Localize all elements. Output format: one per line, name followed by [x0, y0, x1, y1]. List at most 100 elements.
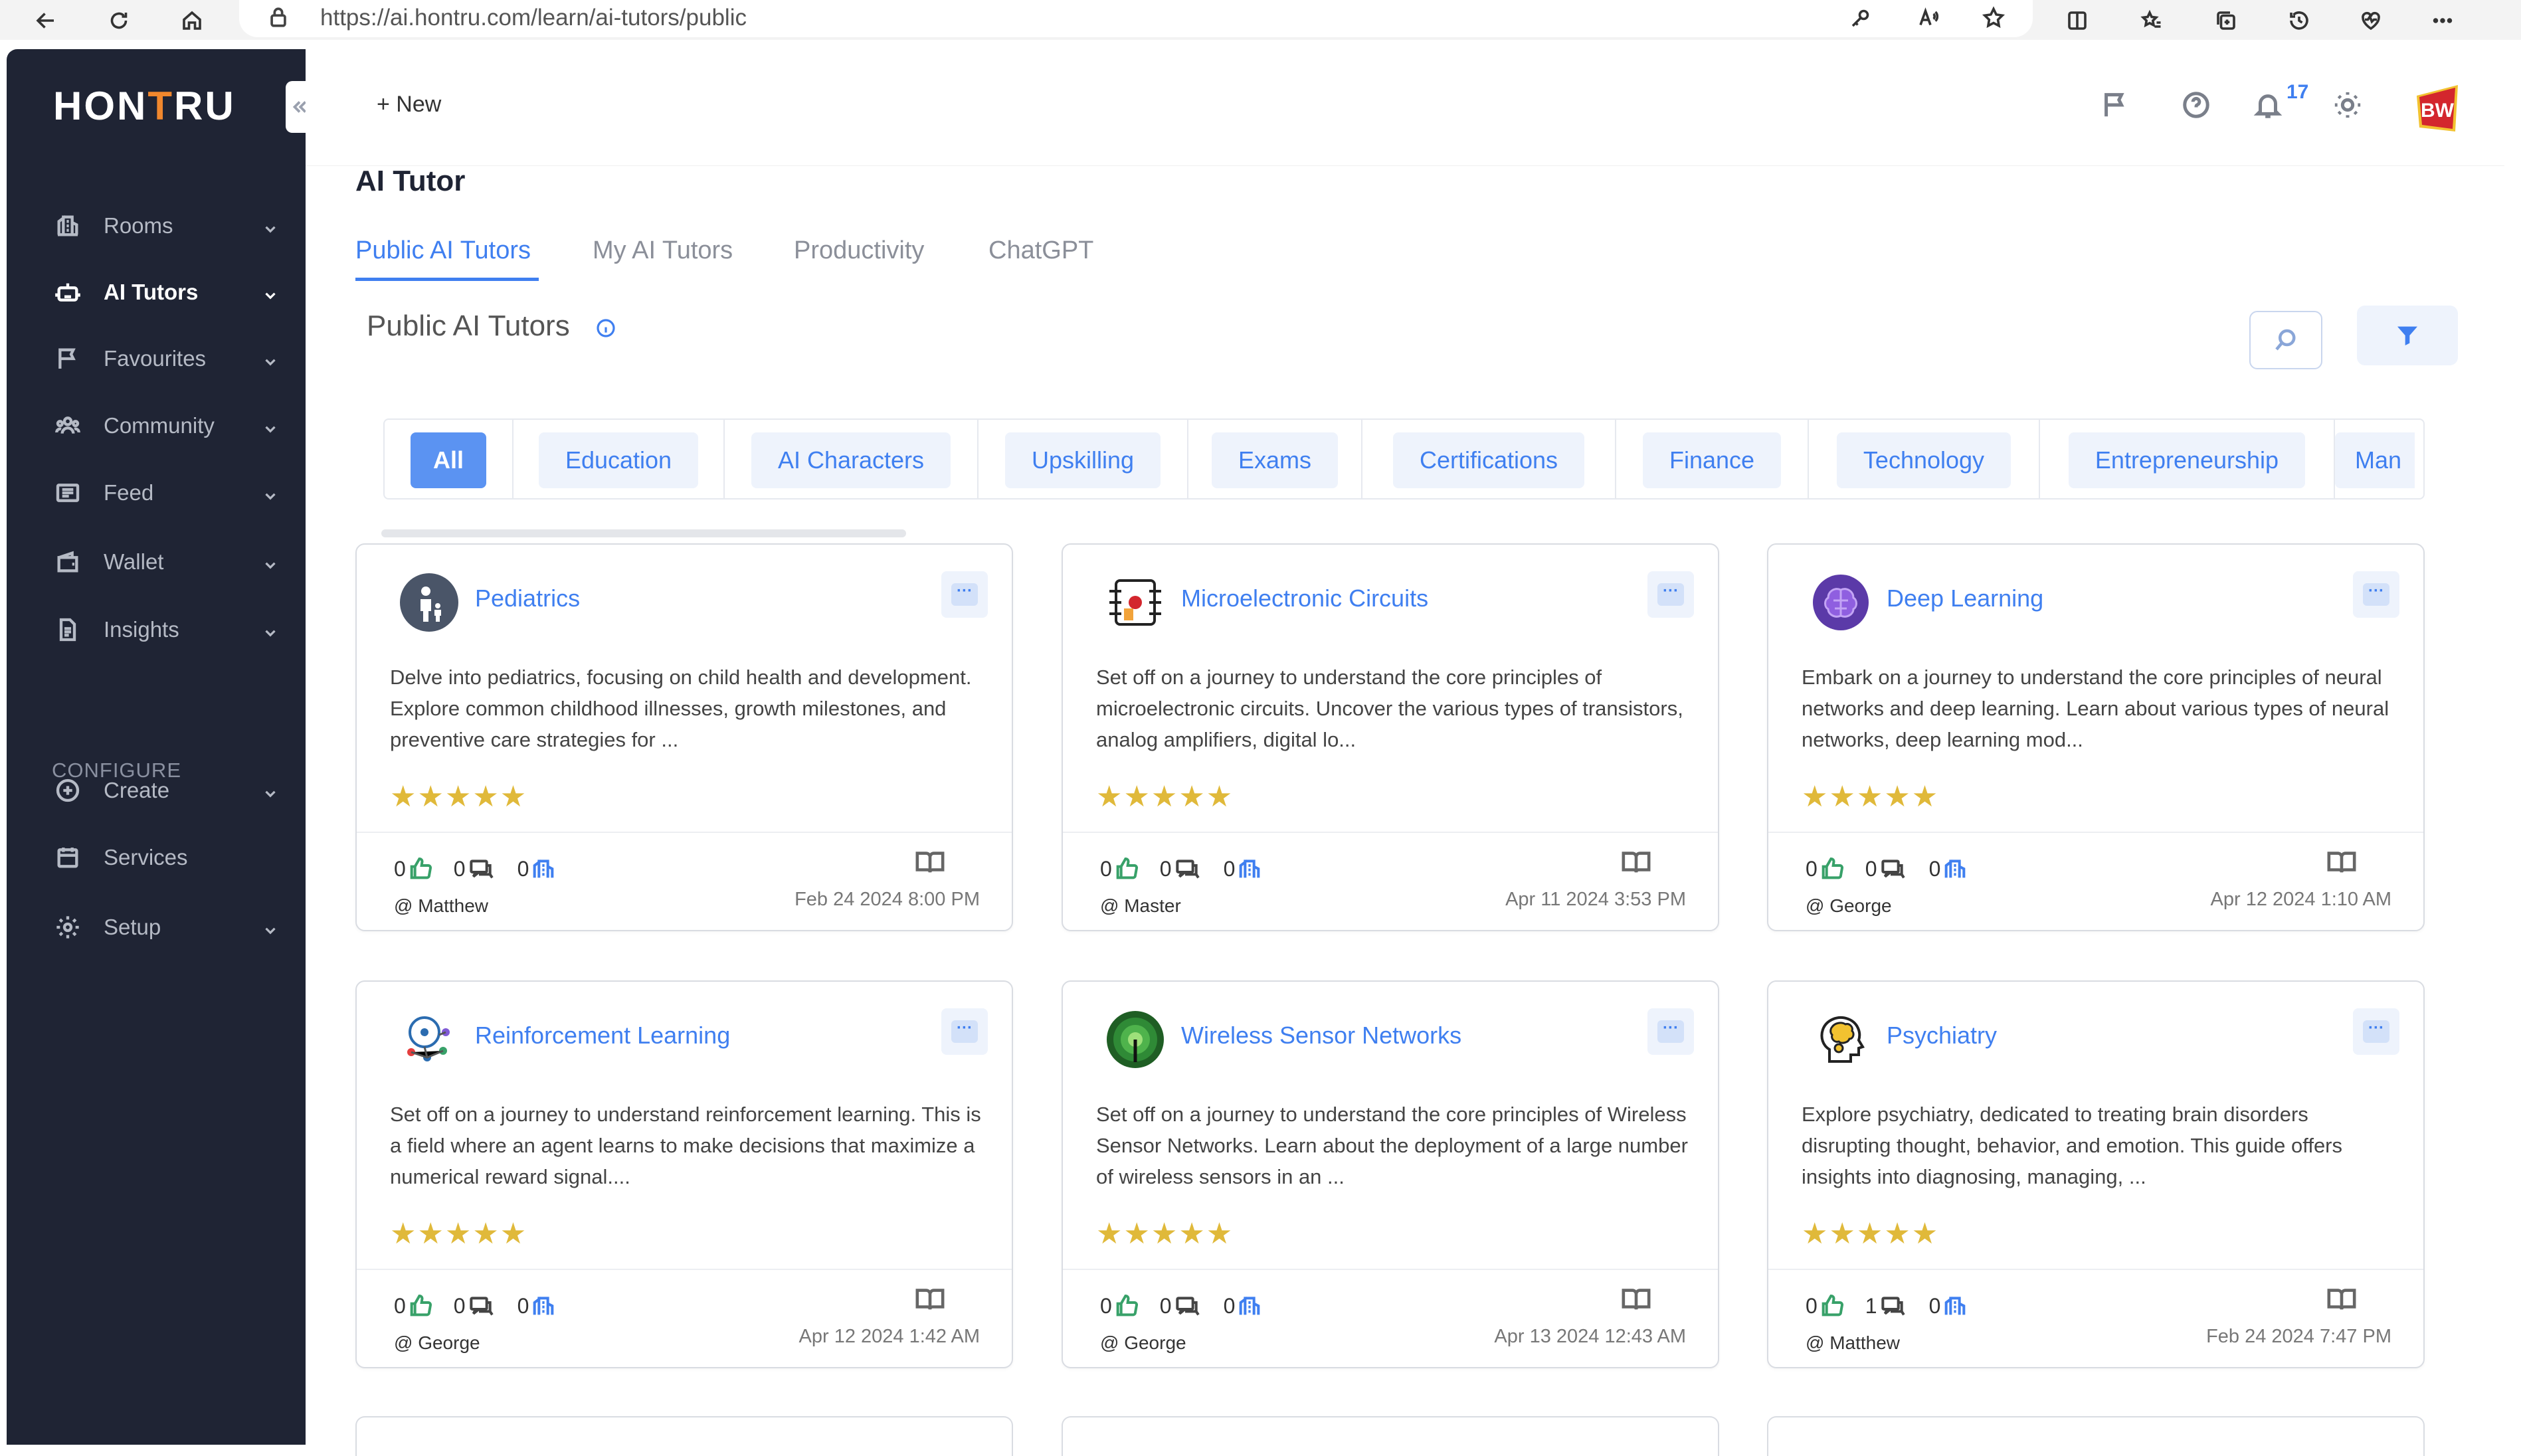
sidebar-item-community[interactable]: Community [53, 405, 279, 447]
sidebar-item-ai-tutors[interactable]: AI Tutors [53, 271, 279, 314]
book-icon[interactable] [915, 849, 945, 879]
card-author[interactable]: @ Matthew [1806, 1332, 1900, 1354]
address-bar[interactable]: https://ai.hontru.com/learn/ai-tutors/pu… [239, 0, 2033, 37]
tutor-card[interactable]: Reinforcement Learning ··· Set off on a … [355, 980, 1013, 1368]
category-education[interactable]: Education [514, 420, 725, 498]
sidebar-item-favourites[interactable]: Favourites [53, 337, 279, 380]
more-options-button[interactable]: ··· [1647, 1008, 1694, 1055]
card-title[interactable]: Psychiatry [1887, 1022, 1997, 1049]
more-options-button[interactable]: ··· [941, 1008, 988, 1055]
book-icon[interactable] [1621, 1286, 1651, 1316]
comments-stat[interactable]: 0 [454, 856, 498, 882]
favorites-icon[interactable] [2138, 7, 2166, 35]
sidebar-item-rooms[interactable]: Rooms [53, 205, 279, 247]
sidebar-item-setup[interactable]: Setup [53, 906, 279, 949]
flag-icon[interactable] [2097, 86, 2134, 124]
tab-my-ai-tutors[interactable]: My AI Tutors [593, 236, 733, 265]
likes-stat[interactable]: 0 [394, 856, 434, 882]
likes-stat[interactable]: 0 [1100, 856, 1140, 882]
tutor-card[interactable]: Microelectronic Circuits ··· Set off on … [1062, 543, 1719, 931]
tutor-card-partial[interactable] [1767, 1416, 2425, 1456]
category-ai-characters[interactable]: AI Characters [725, 420, 979, 498]
card-author[interactable]: @ George [1100, 1332, 1186, 1354]
comments-stat[interactable]: 0 [1160, 1293, 1204, 1319]
likes-stat[interactable]: 0 [1806, 856, 1845, 882]
book-icon[interactable] [1621, 849, 1651, 879]
card-title[interactable]: Reinforcement Learning [475, 1022, 730, 1049]
card-title[interactable]: Wireless Sensor Networks [1181, 1022, 1461, 1049]
views-stat[interactable]: 0 [1929, 1293, 1969, 1319]
card-author[interactable]: @ George [394, 1332, 480, 1354]
sidebar-item-feed[interactable]: Feed [53, 472, 279, 514]
favorite-star-icon[interactable] [1980, 4, 2007, 32]
bell-icon[interactable] [2249, 86, 2287, 124]
category-entrepreneurship[interactable]: Entrepreneurship [2040, 420, 2335, 498]
read-aloud-icon[interactable] [1914, 4, 1942, 32]
card-title[interactable]: Deep Learning [1887, 585, 2043, 612]
views-stat[interactable]: 0 [517, 856, 557, 882]
help-icon[interactable] [2178, 86, 2215, 124]
category-scrollbar-thumb[interactable] [381, 529, 906, 537]
health-icon[interactable] [2357, 7, 2385, 35]
likes-stat[interactable]: 0 [1806, 1293, 1845, 1319]
sidebar-item-insights[interactable]: Insights [53, 608, 279, 651]
book-icon[interactable] [2326, 1286, 2357, 1316]
more-options-button[interactable]: ··· [941, 571, 988, 618]
category-exams[interactable]: Exams [1188, 420, 1362, 498]
tutor-card[interactable]: Pediatrics ··· Delve into pediatrics, fo… [355, 543, 1013, 931]
history-icon[interactable] [2285, 7, 2313, 35]
likes-stat[interactable]: 0 [394, 1293, 434, 1319]
comments-stat[interactable]: 1 [1865, 1293, 1909, 1319]
avatar[interactable]: BW [2414, 82, 2461, 134]
category-man[interactable]: Man [2335, 420, 2423, 498]
category-technology[interactable]: Technology [1809, 420, 2040, 498]
tab-public-ai-tutors[interactable]: Public AI Tutors [355, 236, 531, 265]
sidebar-item-create[interactable]: Create [53, 769, 279, 812]
card-title[interactable]: Microelectronic Circuits [1181, 585, 1428, 612]
card-author[interactable]: @ Master [1100, 895, 1181, 917]
comments-stat[interactable]: 0 [1865, 856, 1909, 882]
views-stat[interactable]: 0 [1224, 856, 1263, 882]
views-stat[interactable]: 0 [517, 1293, 557, 1319]
tutor-card[interactable]: Psychiatry ··· Explore psychiatry, dedic… [1767, 980, 2425, 1368]
split-screen-icon[interactable] [2063, 7, 2091, 35]
views-stat[interactable]: 0 [1929, 856, 1969, 882]
search-button[interactable] [2249, 311, 2322, 369]
book-icon[interactable] [2326, 849, 2357, 879]
filter-button[interactable] [2357, 306, 2458, 365]
sidebar-item-services[interactable]: Services [53, 836, 279, 879]
reload-icon[interactable] [105, 7, 133, 35]
more-options-button[interactable]: ··· [1647, 571, 1694, 618]
sidebar-item-wallet[interactable]: Wallet [53, 541, 279, 583]
new-button[interactable]: + New [377, 92, 441, 118]
key-icon[interactable] [1847, 4, 1875, 32]
more-options-button[interactable]: ··· [2353, 571, 2399, 618]
home-icon[interactable] [178, 7, 206, 35]
back-icon[interactable] [32, 7, 60, 35]
category-finance[interactable]: Finance [1616, 420, 1809, 498]
more-options-button[interactable]: ··· [2353, 1008, 2399, 1055]
tutor-card[interactable]: Wireless Sensor Networks ··· Set off on … [1062, 980, 1719, 1368]
tutor-card-partial[interactable] [355, 1416, 1013, 1456]
views-stat[interactable]: 0 [1224, 1293, 1263, 1319]
comments-stat[interactable]: 0 [1160, 856, 1204, 882]
card-author[interactable]: @ George [1806, 895, 1892, 917]
collections-icon[interactable] [2212, 7, 2240, 35]
info-icon[interactable] [595, 318, 616, 342]
card-title[interactable]: Pediatrics [475, 585, 580, 612]
category-certifications[interactable]: Certifications [1362, 420, 1616, 498]
comments-stat[interactable]: 0 [454, 1293, 498, 1319]
tab-chatgpt[interactable]: ChatGPT [988, 236, 1093, 265]
tab-productivity[interactable]: Productivity [794, 236, 924, 265]
hontru-logo[interactable]: HONTRU [53, 83, 236, 129]
likes-stat[interactable]: 0 [1100, 1293, 1140, 1319]
more-icon[interactable] [2429, 7, 2457, 35]
sun-icon[interactable] [2329, 86, 2366, 124]
book-icon[interactable] [915, 1286, 945, 1316]
tutor-card-partial[interactable] [1062, 1416, 1719, 1456]
chevron-down-icon [262, 782, 279, 808]
tutor-card[interactable]: Deep Learning ··· Embark on a journey to… [1767, 543, 2425, 931]
card-author[interactable]: @ Matthew [394, 895, 488, 917]
category-all[interactable]: All [385, 420, 514, 498]
category-upskilling[interactable]: Upskilling [979, 420, 1188, 498]
